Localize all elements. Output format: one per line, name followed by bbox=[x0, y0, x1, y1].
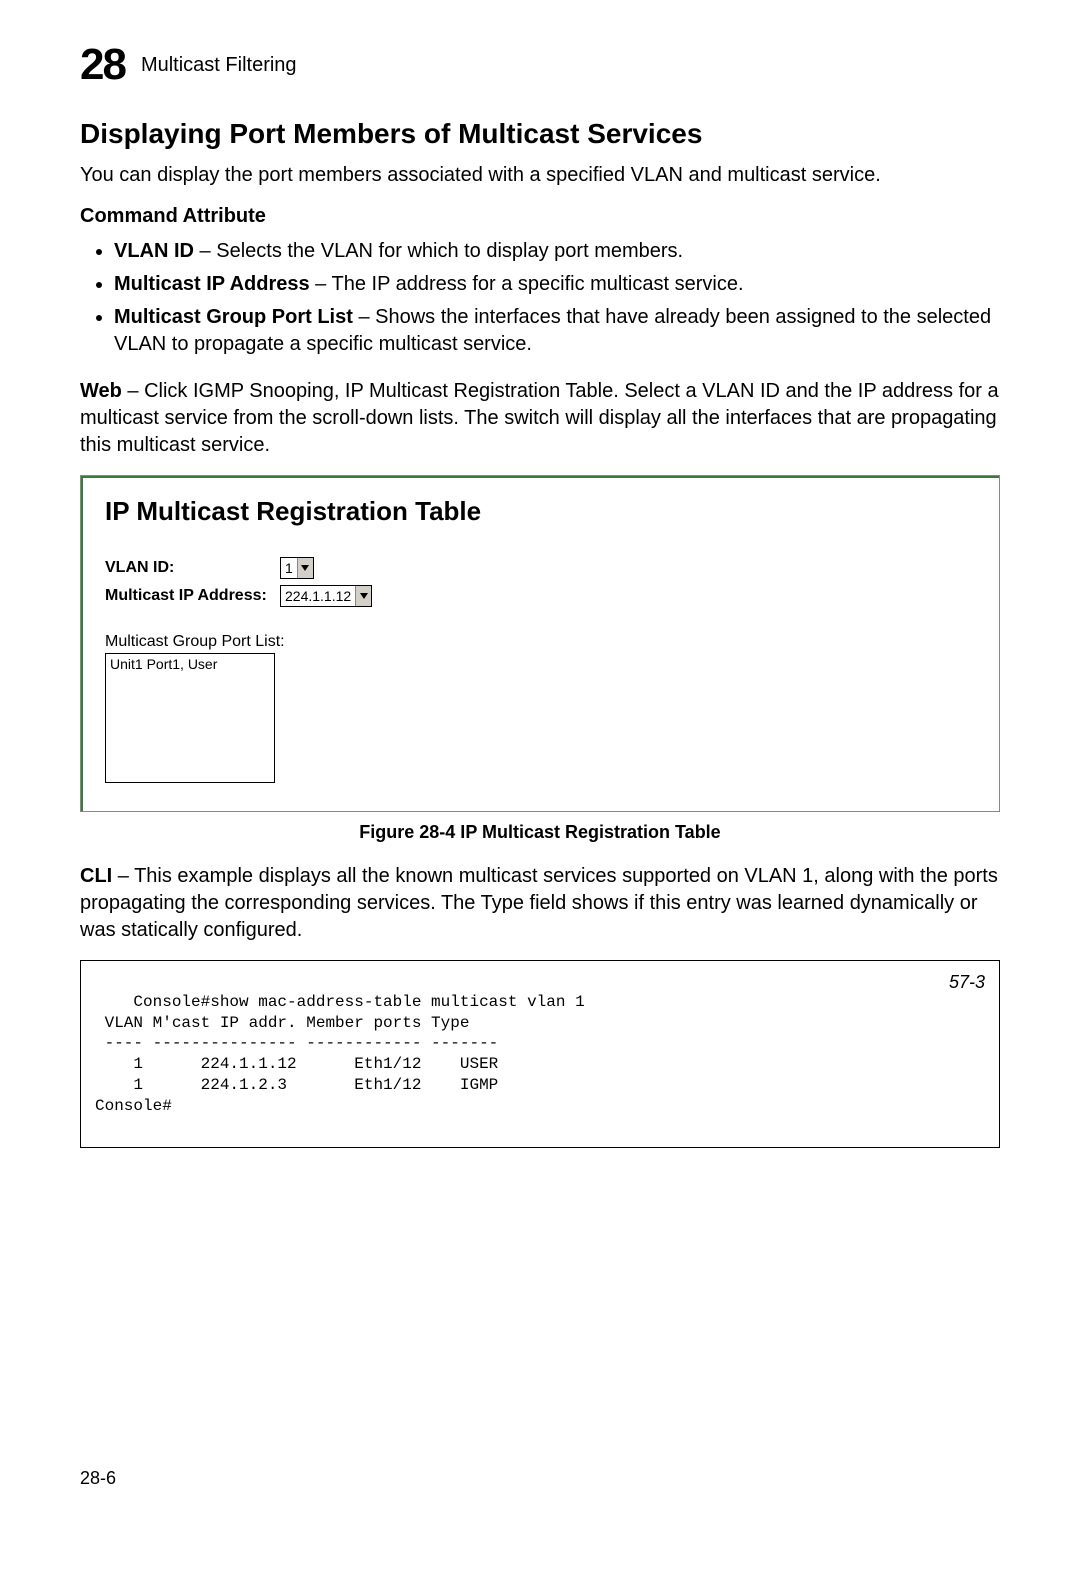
cli-ref: 57-3 bbox=[949, 971, 985, 994]
web-desc: – Click IGMP Snooping, IP Multicast Regi… bbox=[80, 380, 999, 456]
registration-table-panel: IP Multicast Registration Table VLAN ID:… bbox=[81, 476, 999, 811]
web-paragraph: Web – Click IGMP Snooping, IP Multicast … bbox=[80, 378, 1000, 459]
vlan-id-row: VLAN ID: 1 bbox=[105, 557, 977, 579]
vlan-id-value: 1 bbox=[285, 560, 297, 576]
chapter-header: 28 Multicast Filtering bbox=[80, 40, 1000, 90]
chapter-number: 28 bbox=[80, 40, 125, 90]
figure-caption: Figure 28-4 IP Multicast Registration Ta… bbox=[80, 822, 1000, 843]
bullet-term: Multicast Group Port List bbox=[114, 306, 353, 328]
list-item: VLAN ID – Selects the VLAN for which to … bbox=[114, 238, 1000, 265]
cli-output-box: 57-3 Console#show mac-address-table multi… bbox=[80, 960, 1000, 1148]
bullet-desc: – Selects the VLAN for which to display … bbox=[194, 240, 683, 262]
command-attribute-heading: Command Attribute bbox=[80, 205, 1000, 228]
port-list-box[interactable]: Unit1 Port1, User bbox=[105, 653, 275, 783]
vlan-id-dropdown[interactable]: 1 bbox=[280, 557, 314, 579]
cli-lead: CLI bbox=[80, 865, 112, 887]
panel-title: IP Multicast Registration Table bbox=[105, 496, 977, 527]
page-number: 28-6 bbox=[80, 1468, 1000, 1489]
multicast-ip-label: Multicast IP Address: bbox=[105, 587, 280, 605]
web-lead: Web bbox=[80, 380, 122, 402]
bullet-desc: – The IP address for a specific multicas… bbox=[310, 273, 744, 295]
cli-text: Console#show mac-address-table multicast… bbox=[95, 993, 585, 1115]
bullet-term: VLAN ID bbox=[114, 240, 194, 262]
vlan-id-label: VLAN ID: bbox=[105, 559, 280, 577]
cli-desc: – This example displays all the known mu… bbox=[80, 865, 998, 941]
chapter-title: Multicast Filtering bbox=[141, 54, 297, 77]
chevron-down-icon bbox=[297, 558, 313, 578]
chevron-down-icon bbox=[355, 586, 371, 606]
multicast-ip-value: 224.1.1.12 bbox=[285, 588, 355, 604]
section-heading: Displaying Port Members of Multicast Ser… bbox=[80, 118, 1000, 150]
bullet-term: Multicast IP Address bbox=[114, 273, 310, 295]
cli-paragraph: CLI – This example displays all the know… bbox=[80, 863, 1000, 944]
command-attribute-list: VLAN ID – Selects the VLAN for which to … bbox=[80, 238, 1000, 358]
list-item: Multicast IP Address – The IP address fo… bbox=[114, 271, 1000, 298]
intro-paragraph: You can display the port members associa… bbox=[80, 162, 1000, 189]
registration-table-panel-wrap: IP Multicast Registration Table VLAN ID:… bbox=[80, 475, 1000, 812]
multicast-ip-dropdown[interactable]: 224.1.1.12 bbox=[280, 585, 372, 607]
port-list-item[interactable]: Unit1 Port1, User bbox=[110, 656, 270, 672]
list-item: Multicast Group Port List – Shows the in… bbox=[114, 304, 1000, 358]
port-list-label: Multicast Group Port List: bbox=[105, 633, 977, 651]
multicast-ip-row: Multicast IP Address: 224.1.1.12 bbox=[105, 585, 977, 607]
